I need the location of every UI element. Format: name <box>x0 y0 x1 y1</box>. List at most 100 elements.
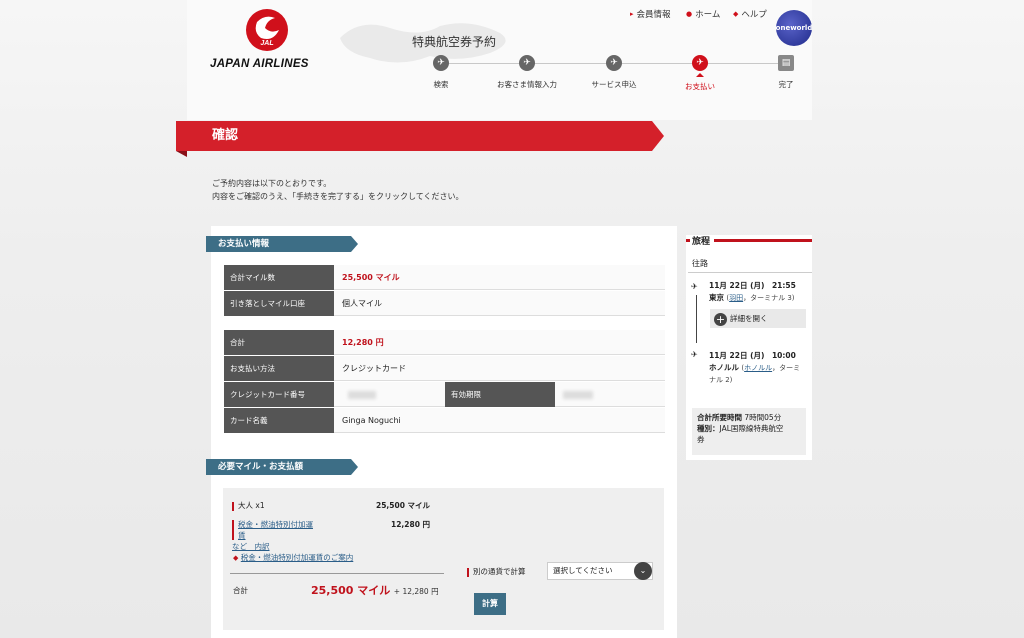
nav-member-info-label: 会員情報 <box>636 10 671 20</box>
row-label: カード名義 <box>224 408 334 433</box>
detail-button-label: 詳細を開く <box>730 314 768 323</box>
brand-wordmark[interactable]: JAPAN AIRLINES <box>210 58 309 70</box>
logo-mark-text: JAL <box>260 40 273 47</box>
title-accent <box>686 239 690 242</box>
masked-expiry <box>563 390 593 399</box>
calculate-button[interactable]: 計算 <box>474 593 506 615</box>
type-value: JAL国際線特典航空 <box>719 424 784 433</box>
row-value: クレジットカード <box>334 356 665 381</box>
type-value-cont: 券 <box>697 435 705 444</box>
plus-icon: + <box>714 312 727 326</box>
section-title: お支払い情報 <box>206 236 351 252</box>
step-complete: ▤ 完了 <box>756 55 816 90</box>
row-total: 合計 12,280 円 <box>224 330 665 355</box>
arrival-terminal-a: ，ターミ <box>772 364 801 372</box>
home-icon: ● <box>686 10 693 18</box>
currency-calc-label: 別の通貨で計算 <box>467 566 526 577</box>
tax-link-line-2[interactable]: など 内訳 <box>232 541 315 552</box>
duration-label: 合計所要時間 <box>697 413 742 422</box>
ticket-icon: ▤ <box>778 55 794 71</box>
tax-info-link[interactable]: ◆ 税金・燃油特別付加運賃のご案内 <box>233 552 353 563</box>
arrival-airport-wrap: (ホノルル，ターミ <box>741 364 801 372</box>
red-marker <box>467 567 469 577</box>
red-marker <box>232 501 234 511</box>
divider <box>688 272 812 273</box>
trip-summary: 合計所要時間 7時間05分 種別：JAL国際線特典航空 券 <box>692 408 806 455</box>
total-yen-value: + 12,280 円 <box>393 587 439 596</box>
row-value: 個人マイル <box>334 291 665 316</box>
section-title: 必要マイル・お支払額 <box>206 459 351 475</box>
route-connector <box>696 295 697 343</box>
adult-miles: 25,500 マイル <box>376 501 431 510</box>
step-label: お支払い <box>685 82 715 91</box>
masked-card-number <box>348 390 376 399</box>
current-step-marker <box>696 73 704 77</box>
arrival-airport-link[interactable]: ホノルル <box>744 364 772 372</box>
airplane-icon: ✈ <box>692 55 708 71</box>
nav-help-label: ヘルプ <box>741 10 767 20</box>
intro-line-1: ご予約内容は以下のとおりです。 <box>212 179 332 188</box>
page-app-title: 特典航空券予約 <box>412 35 497 49</box>
nav-member-info[interactable]: ▸ 会員情報 <box>630 8 671 20</box>
route-label: 往路 <box>692 259 708 268</box>
departure-datetime: 11月 22日 (月) 21:55 <box>709 281 796 290</box>
departure-city: 東京 <box>709 293 724 302</box>
step-label: お客さま情報入力 <box>497 80 557 89</box>
airplane-icon: ✈ <box>433 55 449 71</box>
currency-label: 別の通貨で計算 <box>473 567 526 576</box>
step-service: ✈ サービス申込 <box>584 55 644 90</box>
tax-link-line-1[interactable]: 税金・燃油特別付加運賃 <box>232 519 315 541</box>
divider <box>230 573 444 574</box>
intro-text: ご予約内容は以下のとおりです。 内容をご確認のうえ、「手続きを完了する」をクリッ… <box>212 177 464 203</box>
row-card-number: クレジットカード番号 有効期限 <box>224 382 665 407</box>
total-miles-value: 25,500 マイル <box>311 584 391 597</box>
intro-line-2: 内容をご確認のうえ、「手続きを完了する」をクリックしてください。 <box>212 192 464 201</box>
itinerary-title: 旅程 <box>692 237 711 247</box>
row-label: お支払い方法 <box>224 356 334 381</box>
step-payment: ✈ お支払い <box>670 55 730 92</box>
help-icon: ◆ <box>733 10 739 18</box>
departure-airport-link[interactable]: 羽田 <box>729 294 743 302</box>
type-label: 種別： <box>697 424 720 433</box>
step-search: ✈ 検索 <box>411 55 471 90</box>
type-line: 種別：JAL国際線特典航空 <box>697 423 806 434</box>
page-title: 確認 <box>176 121 652 151</box>
section-payment-info: お支払い情報 <box>206 236 358 252</box>
ribbon-fold <box>176 151 187 157</box>
red-marker <box>232 520 234 540</box>
row-label: 合計 <box>224 330 334 355</box>
row-total-miles: 合計マイル数 25,500 マイル <box>224 265 665 290</box>
card-number-value <box>334 382 445 407</box>
tax-amount: 12,280 円 <box>391 520 431 529</box>
row-value: 25,500 マイル <box>334 265 665 290</box>
tax-info-link-label[interactable]: 税金・燃油特別付加運賃のご案内 <box>241 553 354 562</box>
grand-total-miles: 25,500 マイル + 12,280 円 <box>311 582 439 598</box>
airplane-icon: ✈ <box>519 55 535 71</box>
step-label: 検索 <box>433 80 449 89</box>
section-required-miles: 必要マイル・お支払額 <box>206 459 358 475</box>
nav-home-label: ホーム <box>695 10 721 20</box>
oneworld-logo[interactable]: oneworld <box>776 10 812 46</box>
step-label: サービス申込 <box>591 80 637 89</box>
arrival-city: ホノルル <box>709 363 739 372</box>
departure-airport-wrap: (羽田，ターミナル 3) <box>726 294 795 302</box>
open-details-button[interactable]: + 詳細を開く <box>710 309 806 328</box>
itinerary-title-rule <box>714 239 812 242</box>
takeoff-icon: ✈ <box>691 282 698 291</box>
row-label: 引き落としマイル口座 <box>224 291 334 316</box>
chevron-down-icon[interactable]: ⌄ <box>634 562 652 580</box>
row-label: 有効期限 <box>445 382 555 407</box>
row-card-holder: カード名義 Ginga Noguchi <box>224 408 665 433</box>
nav-home[interactable]: ● ホーム <box>686 8 720 20</box>
airplane-icon: ✈ <box>606 55 622 71</box>
step-label: 完了 <box>778 80 794 89</box>
grand-total-label: 合計 <box>233 586 248 595</box>
expiry-value <box>555 382 665 407</box>
step-passenger-info: ✈ お客さま情報入力 <box>497 55 557 90</box>
departure-info: 東京 (羽田，ターミナル 3) <box>709 292 795 303</box>
section-ribbon-tip <box>351 459 358 475</box>
jal-crane-logo-icon[interactable]: JAL <box>245 8 289 52</box>
tax-breakdown-link[interactable]: 税金・燃油特別付加運賃 など 内訳 <box>232 519 315 552</box>
nav-help[interactable]: ◆ ヘルプ <box>733 8 767 20</box>
ribbon-tip <box>652 121 664 151</box>
